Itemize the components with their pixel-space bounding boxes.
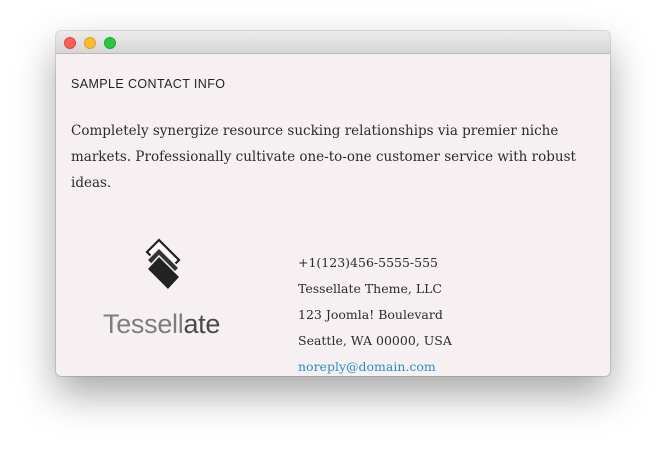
contact-details: +1(123)456-5555-555 Tessellate Theme, LL… (298, 250, 452, 376)
stacked-diamonds-icon (145, 238, 182, 292)
section-heading: SAMPLE CONTACT INFO (71, 77, 226, 91)
contact-company: Tessellate Theme, LLC (298, 281, 442, 296)
contact-address-line1: 123 Joomla! Boulevard (298, 307, 443, 322)
contact-email-link[interactable]: noreply@domain.com (298, 354, 452, 376)
tessellate-logo: Tessellate (100, 236, 240, 346)
app-window: SAMPLE CONTACT INFO Completely synergize… (56, 31, 610, 376)
zoom-window-button[interactable] (104, 37, 116, 49)
contact-address-line2: Seattle, WA 00000, USA (298, 333, 452, 348)
minimize-window-button[interactable] (84, 37, 96, 49)
logo-text-light: Tessell (103, 309, 184, 339)
section-description: Completely synergize resource sucking re… (71, 123, 576, 191)
contact-phone: +1(123)456-5555-555 (298, 255, 439, 270)
logo-text-dark: ate (183, 309, 221, 339)
contact-module: SAMPLE CONTACT INFO Completely synergize… (56, 54, 610, 376)
logo-wordmark: Tessellate (103, 309, 220, 340)
window-titlebar[interactable] (56, 31, 610, 54)
close-window-button[interactable] (64, 37, 76, 49)
